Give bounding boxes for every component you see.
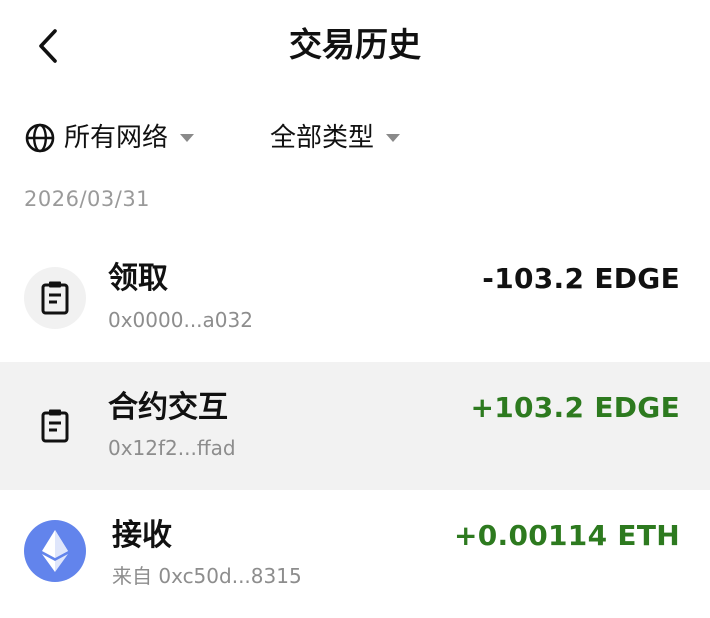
transaction-icon [24, 395, 86, 457]
transaction-icon [24, 267, 86, 329]
caret-down-icon [386, 134, 401, 142]
transaction-row[interactable]: 接收 来自 0xc50d...8315 +0.00114 ETH [0, 490, 710, 618]
type-filter-label: 全部类型 [270, 123, 375, 153]
ethereum-icon [42, 530, 68, 572]
globe-icon [24, 122, 56, 154]
date-group-label: 2026/03/31 [24, 187, 151, 211]
transaction-address: 来自 0xc50d...8315 [112, 564, 302, 588]
clipboard-icon [41, 409, 69, 443]
transaction-amount: -103.2 EDGE [482, 262, 680, 295]
transaction-type: 合约交互 [108, 390, 228, 425]
transaction-address: 0x12f2...ffad [108, 436, 236, 460]
transaction-type: 领取 [108, 261, 168, 296]
transaction-row[interactable]: 领取 0x0000...a032 -103.2 EDGE [0, 233, 710, 361]
network-filter-dropdown[interactable]: 所有网络 [24, 116, 195, 160]
type-filter-dropdown[interactable]: 全部类型 [270, 116, 401, 160]
clipboard-icon [41, 281, 69, 315]
transaction-amount: +0.00114 ETH [453, 519, 680, 552]
network-filter-label: 所有网络 [64, 123, 169, 153]
page-title: 交易历史 [289, 25, 421, 64]
transaction-icon [24, 520, 86, 582]
transaction-address: 0x0000...a032 [108, 308, 253, 332]
header: 交易历史 [0, 0, 710, 92]
transaction-row[interactable]: 合约交互 0x12f2...ffad +103.2 EDGE [0, 362, 710, 490]
caret-down-icon [180, 134, 195, 142]
transaction-type: 接收 [112, 518, 172, 553]
transaction-amount: +103.2 EDGE [470, 391, 680, 424]
filter-bar: 所有网络 全部类型 [24, 116, 684, 160]
